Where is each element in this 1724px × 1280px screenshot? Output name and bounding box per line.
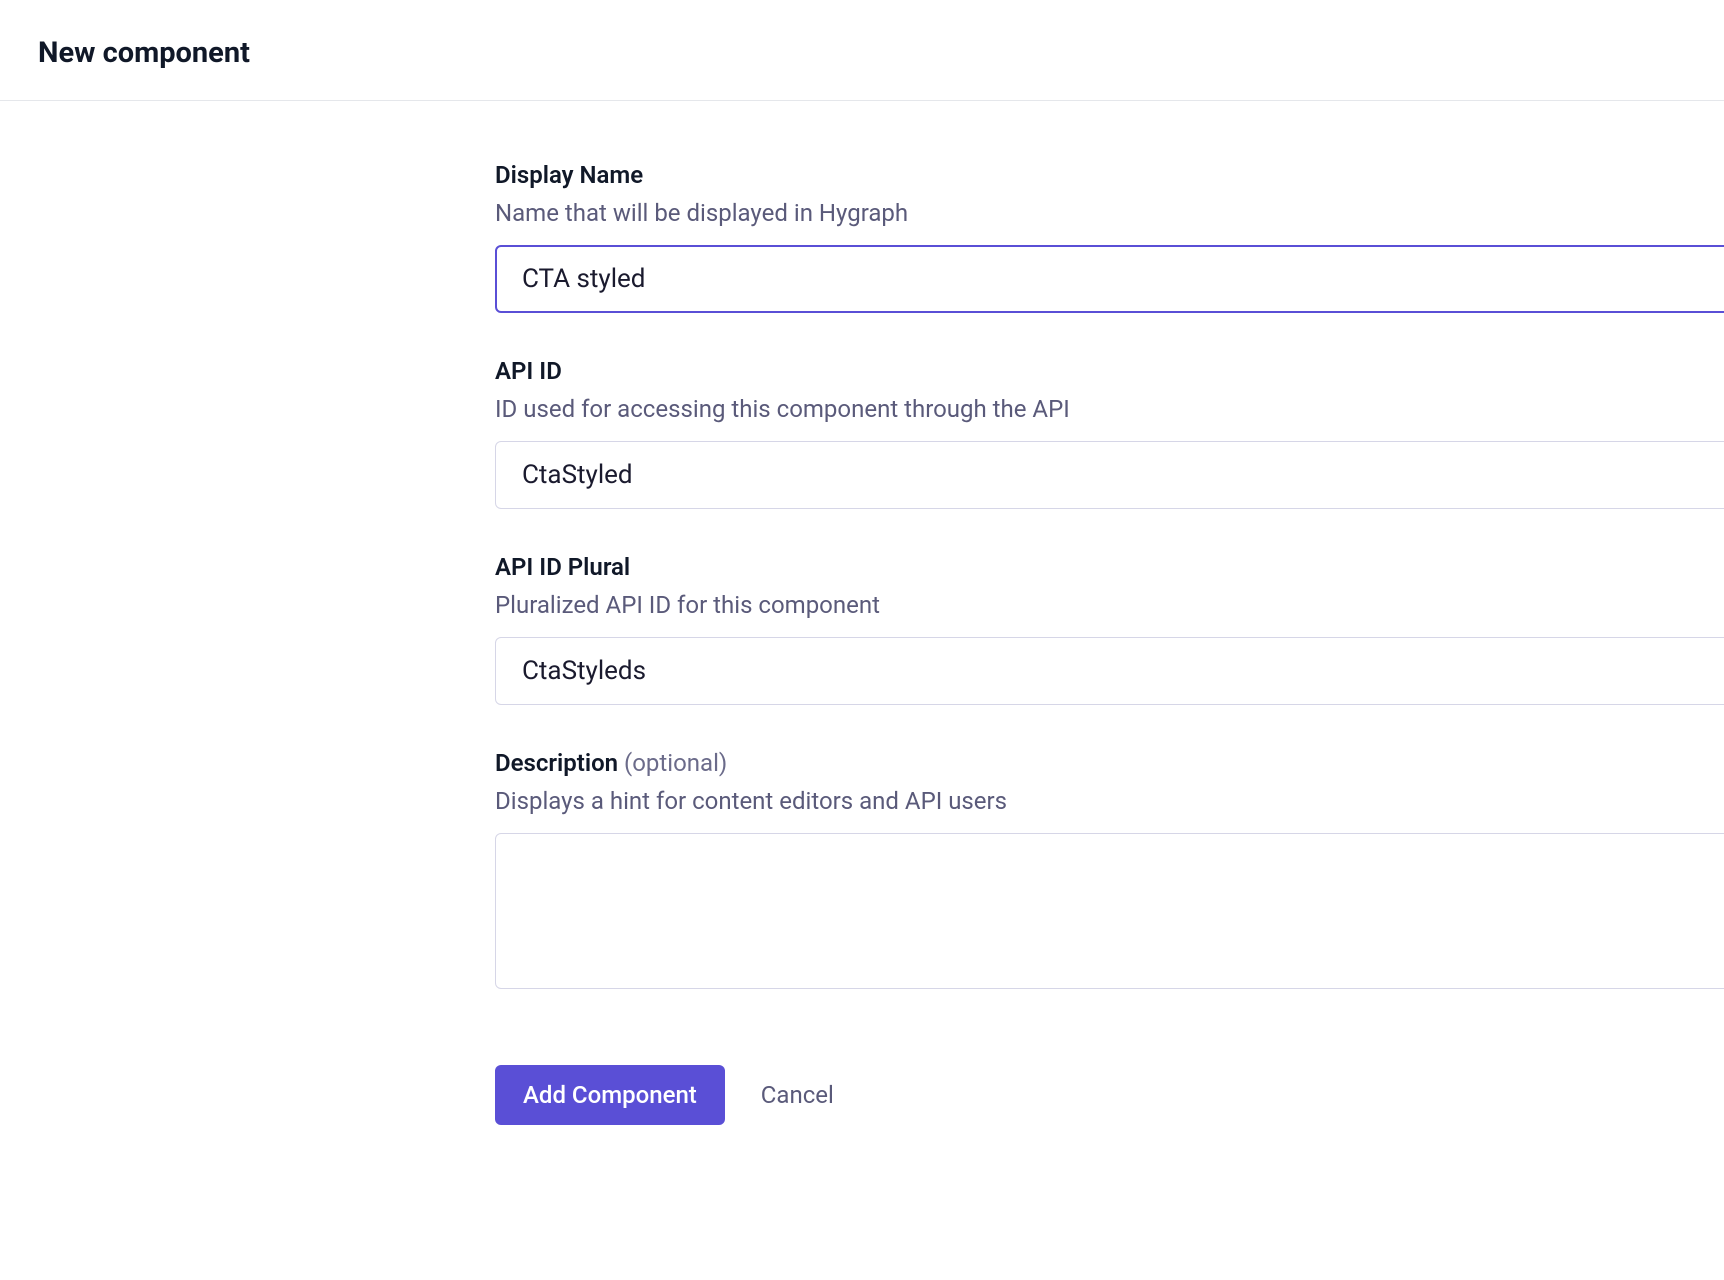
display-name-input[interactable] [495,245,1724,313]
form-inner: Display Name Name that will be displayed… [495,161,1724,1125]
description-label-text: Description [495,749,618,777]
api-id-plural-label: API ID Plural [495,553,1724,581]
api-id-input[interactable] [495,441,1724,509]
display-name-label: Display Name [495,161,1724,189]
page-header: New component [0,0,1724,101]
field-api-id: API ID ID used for accessing this compon… [495,357,1724,509]
api-id-plural-input[interactable] [495,637,1724,705]
api-id-plural-hint: Pluralized API ID for this component [495,591,1724,619]
display-name-hint: Name that will be displayed in Hygraph [495,199,1724,227]
description-hint: Displays a hint for content editors and … [495,787,1724,815]
page-title: New component [38,36,1686,70]
button-row: Add Component Cancel [495,1065,1724,1125]
api-id-label: API ID [495,357,1724,385]
description-input[interactable] [495,833,1724,989]
api-id-hint: ID used for accessing this component thr… [495,395,1724,423]
form-container: Display Name Name that will be displayed… [212,101,1512,1125]
field-api-id-plural: API ID Plural Pluralized API ID for this… [495,553,1724,705]
add-component-button[interactable]: Add Component [495,1065,725,1125]
cancel-button[interactable]: Cancel [761,1065,834,1125]
field-description: Description (optional) Displays a hint f… [495,749,1724,993]
description-label: Description (optional) [495,749,1724,777]
field-display-name: Display Name Name that will be displayed… [495,161,1724,313]
description-optional-text: (optional) [624,749,727,777]
